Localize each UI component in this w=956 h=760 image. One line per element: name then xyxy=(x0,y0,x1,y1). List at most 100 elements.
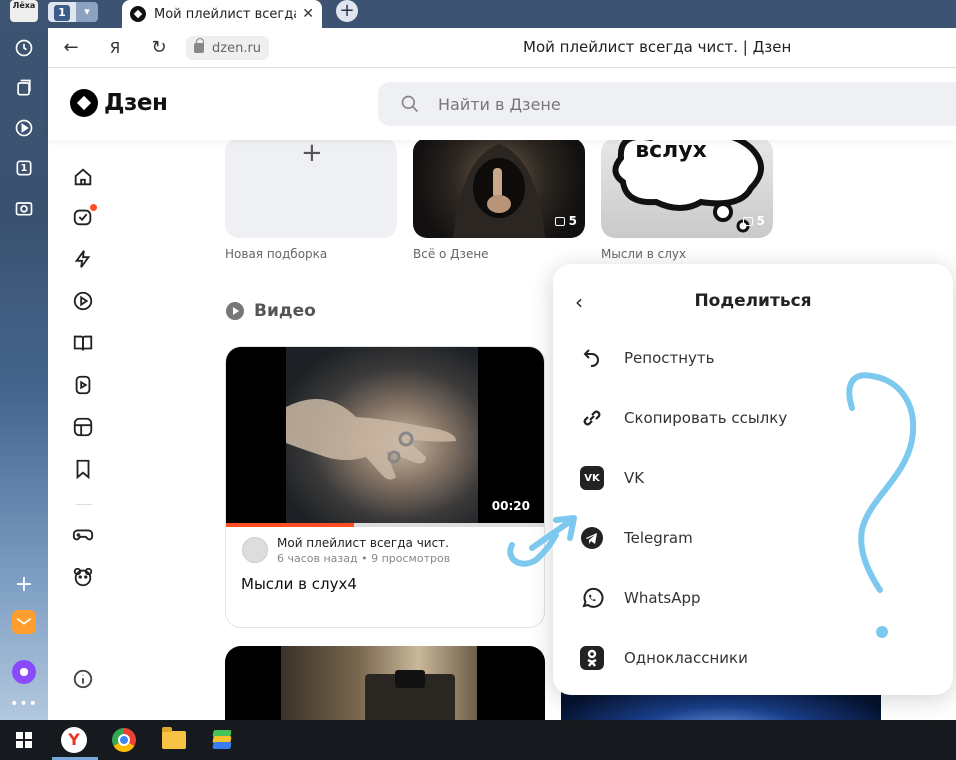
collection-count: 5 xyxy=(742,214,765,228)
search-input[interactable]: Найти в Дзене xyxy=(378,82,956,126)
subscriptions-icon[interactable] xyxy=(72,204,97,230)
share-option-label: Скопировать ссылку xyxy=(624,409,788,427)
dzen-logo-icon xyxy=(70,89,98,117)
reload-icon[interactable]: ↻ xyxy=(148,38,170,58)
active-tab[interactable]: Мой плейлист всегда чист. | Дзен ✕ xyxy=(122,0,322,28)
video-card[interactable] xyxy=(225,646,545,720)
tab-title: Мой плейлист всегда чист. | Дзен xyxy=(154,6,296,22)
dzen-logo-text: Дзен xyxy=(104,90,168,116)
plus-icon: + xyxy=(301,140,323,168)
video-meta: 6 часов назад • 9 просмотров xyxy=(277,552,451,565)
collection-label: Новая подборка xyxy=(225,247,328,261)
home-icon[interactable] xyxy=(72,166,96,190)
more-options-button[interactable] xyxy=(513,543,529,561)
collection-label: Всё о Дзене xyxy=(413,247,489,261)
video-section-icon xyxy=(226,302,244,320)
profile-avatar[interactable]: Лёха xyxy=(10,0,38,22)
back-icon[interactable]: ← xyxy=(60,38,82,58)
whatsapp-icon xyxy=(579,585,605,611)
url-field[interactable]: dzen.ru xyxy=(186,36,270,60)
hand-graphic xyxy=(286,399,456,480)
more-icon[interactable]: ••• xyxy=(10,692,37,716)
mail-icon[interactable] xyxy=(12,610,36,634)
chevron-down-icon[interactable]: ▾ xyxy=(76,2,98,22)
new-collection-card[interactable]: + xyxy=(225,140,397,238)
video-duration: 00:20 xyxy=(491,499,530,513)
dzen-nav xyxy=(48,140,120,720)
play-icon[interactable] xyxy=(12,116,36,140)
share-option-label: VK xyxy=(624,469,645,487)
games-icon[interactable] xyxy=(72,524,96,548)
tab-counter-value: 1 xyxy=(20,162,28,174)
dzen-logo[interactable]: Дзен xyxy=(70,89,168,117)
shorts-icon[interactable] xyxy=(72,374,96,398)
share-option-vk[interactable]: VK VK xyxy=(579,464,644,492)
articles-icon[interactable] xyxy=(72,332,96,356)
video-icon[interactable] xyxy=(72,290,96,314)
tattooed-hand-image xyxy=(286,347,478,523)
tab-counter-icon[interactable]: 1 xyxy=(12,156,36,180)
vk-icon: VK xyxy=(579,465,605,491)
share-option-telegram[interactable]: Telegram xyxy=(579,524,693,552)
share-option-label: Одноклассники xyxy=(624,649,748,667)
stack-icon xyxy=(742,216,753,226)
lock-icon xyxy=(194,38,204,53)
info-icon[interactable] xyxy=(72,668,96,692)
dzen-header: Дзен Найти в Дзене xyxy=(48,68,956,140)
bookmark-icon[interactable] xyxy=(72,458,96,482)
channel-avatar[interactable] xyxy=(242,537,268,563)
video-card[interactable]: 00:20 Мой плейлист всегда чист. 6 часов … xyxy=(225,346,545,628)
windows-start-icon[interactable] xyxy=(4,724,44,756)
lightning-icon[interactable] xyxy=(72,248,96,272)
share-title: Поделиться xyxy=(694,291,812,311)
address-bar: ← Я ↻ dzen.ru Мой плейлист всегда чист. … xyxy=(48,28,956,68)
section-heading: Видео xyxy=(226,301,316,321)
repost-icon xyxy=(579,345,605,371)
chrome-icon[interactable] xyxy=(104,724,144,756)
stack-icon xyxy=(554,216,565,226)
share-option-odnoklassniki[interactable]: Одноклассники xyxy=(579,644,748,672)
dzen-favicon-icon xyxy=(130,6,146,22)
notification-dot xyxy=(90,204,97,211)
tab-group-switcher[interactable]: 1 ▾ xyxy=(48,2,98,22)
video-thumbnail[interactable]: 00:20 xyxy=(226,347,544,523)
alice-icon[interactable] xyxy=(12,660,36,684)
add-panel-icon[interactable]: + xyxy=(12,572,36,597)
yandex-icon[interactable]: Я xyxy=(104,38,126,58)
video-title[interactable]: Мысли в слух4 xyxy=(241,575,357,593)
collection-label: Мысли в слух xyxy=(601,247,687,261)
search-icon xyxy=(401,95,419,113)
share-option-copy-link[interactable]: Скопировать ссылку xyxy=(579,404,787,432)
kids-icon[interactable] xyxy=(72,566,96,590)
collection-card[interactable]: 5 xyxy=(413,140,585,238)
close-icon[interactable]: ✕ xyxy=(302,6,314,22)
telegram-icon xyxy=(579,525,605,551)
screenshot-icon[interactable] xyxy=(12,196,36,220)
taskbar: Y xyxy=(0,720,956,760)
search-placeholder: Найти в Дзене xyxy=(438,94,561,114)
share-popup: ‹ Поделиться Репостнуть Скопировать ссыл… xyxy=(553,264,953,695)
collection-card[interactable]: вслух 5 xyxy=(601,140,773,238)
section-title: Видео xyxy=(254,301,316,321)
collections-icon[interactable] xyxy=(12,76,36,100)
page-title: Мой плейлист всегда чист. | Дзен xyxy=(523,38,792,56)
link-icon xyxy=(579,405,605,431)
bluestacks-icon[interactable] xyxy=(202,724,242,756)
watch-progress-bar xyxy=(226,523,544,527)
channel-name[interactable]: Мой плейлист всегда чист. xyxy=(277,536,449,550)
history-icon[interactable] xyxy=(12,36,36,60)
file-explorer-icon[interactable] xyxy=(154,724,194,756)
new-tab-button[interactable]: + xyxy=(336,0,358,22)
share-option-label: Telegram xyxy=(624,529,693,547)
tab-group-count: 1 xyxy=(48,2,76,22)
yandex-browser-icon[interactable]: Y xyxy=(54,724,94,756)
share-option-label: WhatsApp xyxy=(624,589,701,607)
share-option-whatsapp[interactable]: WhatsApp xyxy=(579,584,701,612)
camera-thumbnail xyxy=(281,646,477,720)
collection-cover-text: вслух xyxy=(635,140,707,163)
share-option-repost[interactable]: Репостнуть xyxy=(579,344,715,372)
watch-progress-fill xyxy=(226,523,354,527)
camera-graphic xyxy=(365,670,455,720)
collection-count: 5 xyxy=(554,214,577,228)
channels-icon[interactable] xyxy=(72,416,96,440)
